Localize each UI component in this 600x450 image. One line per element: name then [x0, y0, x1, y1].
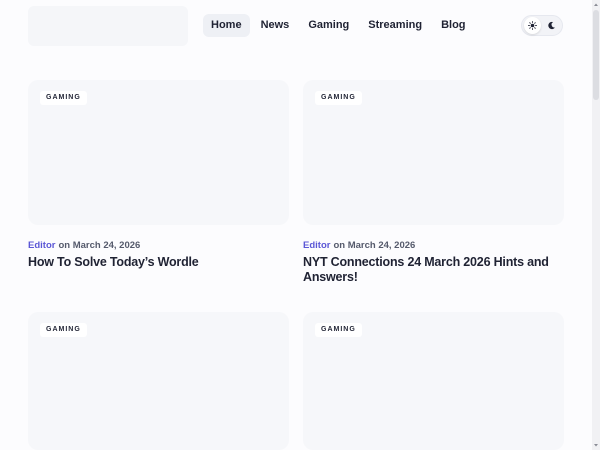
dark-mode-button[interactable]: [543, 17, 560, 34]
post-card[interactable]: GAMING: [303, 312, 564, 450]
scroll-up-icon[interactable]: [593, 2, 599, 8]
post-title[interactable]: How To Solve Today’s Wordle: [28, 255, 289, 270]
scrollbar-thumb[interactable]: [593, 10, 599, 100]
site-header: Home News Gaming Streaming Blog: [0, 0, 592, 60]
post-date: on March 24, 2026: [58, 240, 141, 251]
category-badge[interactable]: GAMING: [315, 91, 362, 105]
nav-home[interactable]: Home: [203, 14, 250, 37]
nav-gaming[interactable]: Gaming: [300, 14, 357, 37]
light-mode-button[interactable]: [524, 17, 541, 34]
post-card[interactable]: GAMING Editor on March 24, 2026 How To So…: [28, 80, 289, 269]
category-badge[interactable]: GAMING: [40, 323, 87, 337]
post-card[interactable]: GAMING: [28, 312, 289, 450]
nav-streaming[interactable]: Streaming: [360, 14, 430, 37]
post-author[interactable]: Editor: [303, 240, 330, 251]
scroll-down-icon[interactable]: [593, 442, 599, 448]
post-author[interactable]: Editor: [28, 240, 55, 251]
category-badge[interactable]: GAMING: [40, 91, 87, 105]
post-thumbnail[interactable]: GAMING: [28, 80, 289, 225]
post-thumbnail[interactable]: GAMING: [303, 80, 564, 225]
sun-icon: [528, 21, 537, 30]
post-date: on March 24, 2026: [333, 240, 416, 251]
post-card[interactable]: GAMING Editor on March 24, 2026 NYT Conne…: [303, 80, 564, 284]
category-badge[interactable]: GAMING: [315, 323, 362, 337]
moon-icon: [548, 21, 555, 30]
main-nav: Home News Gaming Streaming Blog: [203, 14, 477, 37]
nav-blog[interactable]: Blog: [433, 14, 473, 37]
post-meta: Editor on March 24, 2026: [303, 240, 415, 251]
page-scrollbar[interactable]: [592, 0, 600, 450]
post-thumbnail[interactable]: GAMING: [303, 312, 564, 450]
nav-news[interactable]: News: [253, 14, 298, 37]
post-thumbnail[interactable]: GAMING: [28, 312, 289, 450]
site-logo[interactable]: [28, 6, 188, 46]
post-title[interactable]: NYT Connections 24 March 2026 Hints and …: [303, 255, 564, 285]
theme-toggle: [521, 15, 563, 36]
post-meta: Editor on March 24, 2026: [28, 240, 140, 251]
